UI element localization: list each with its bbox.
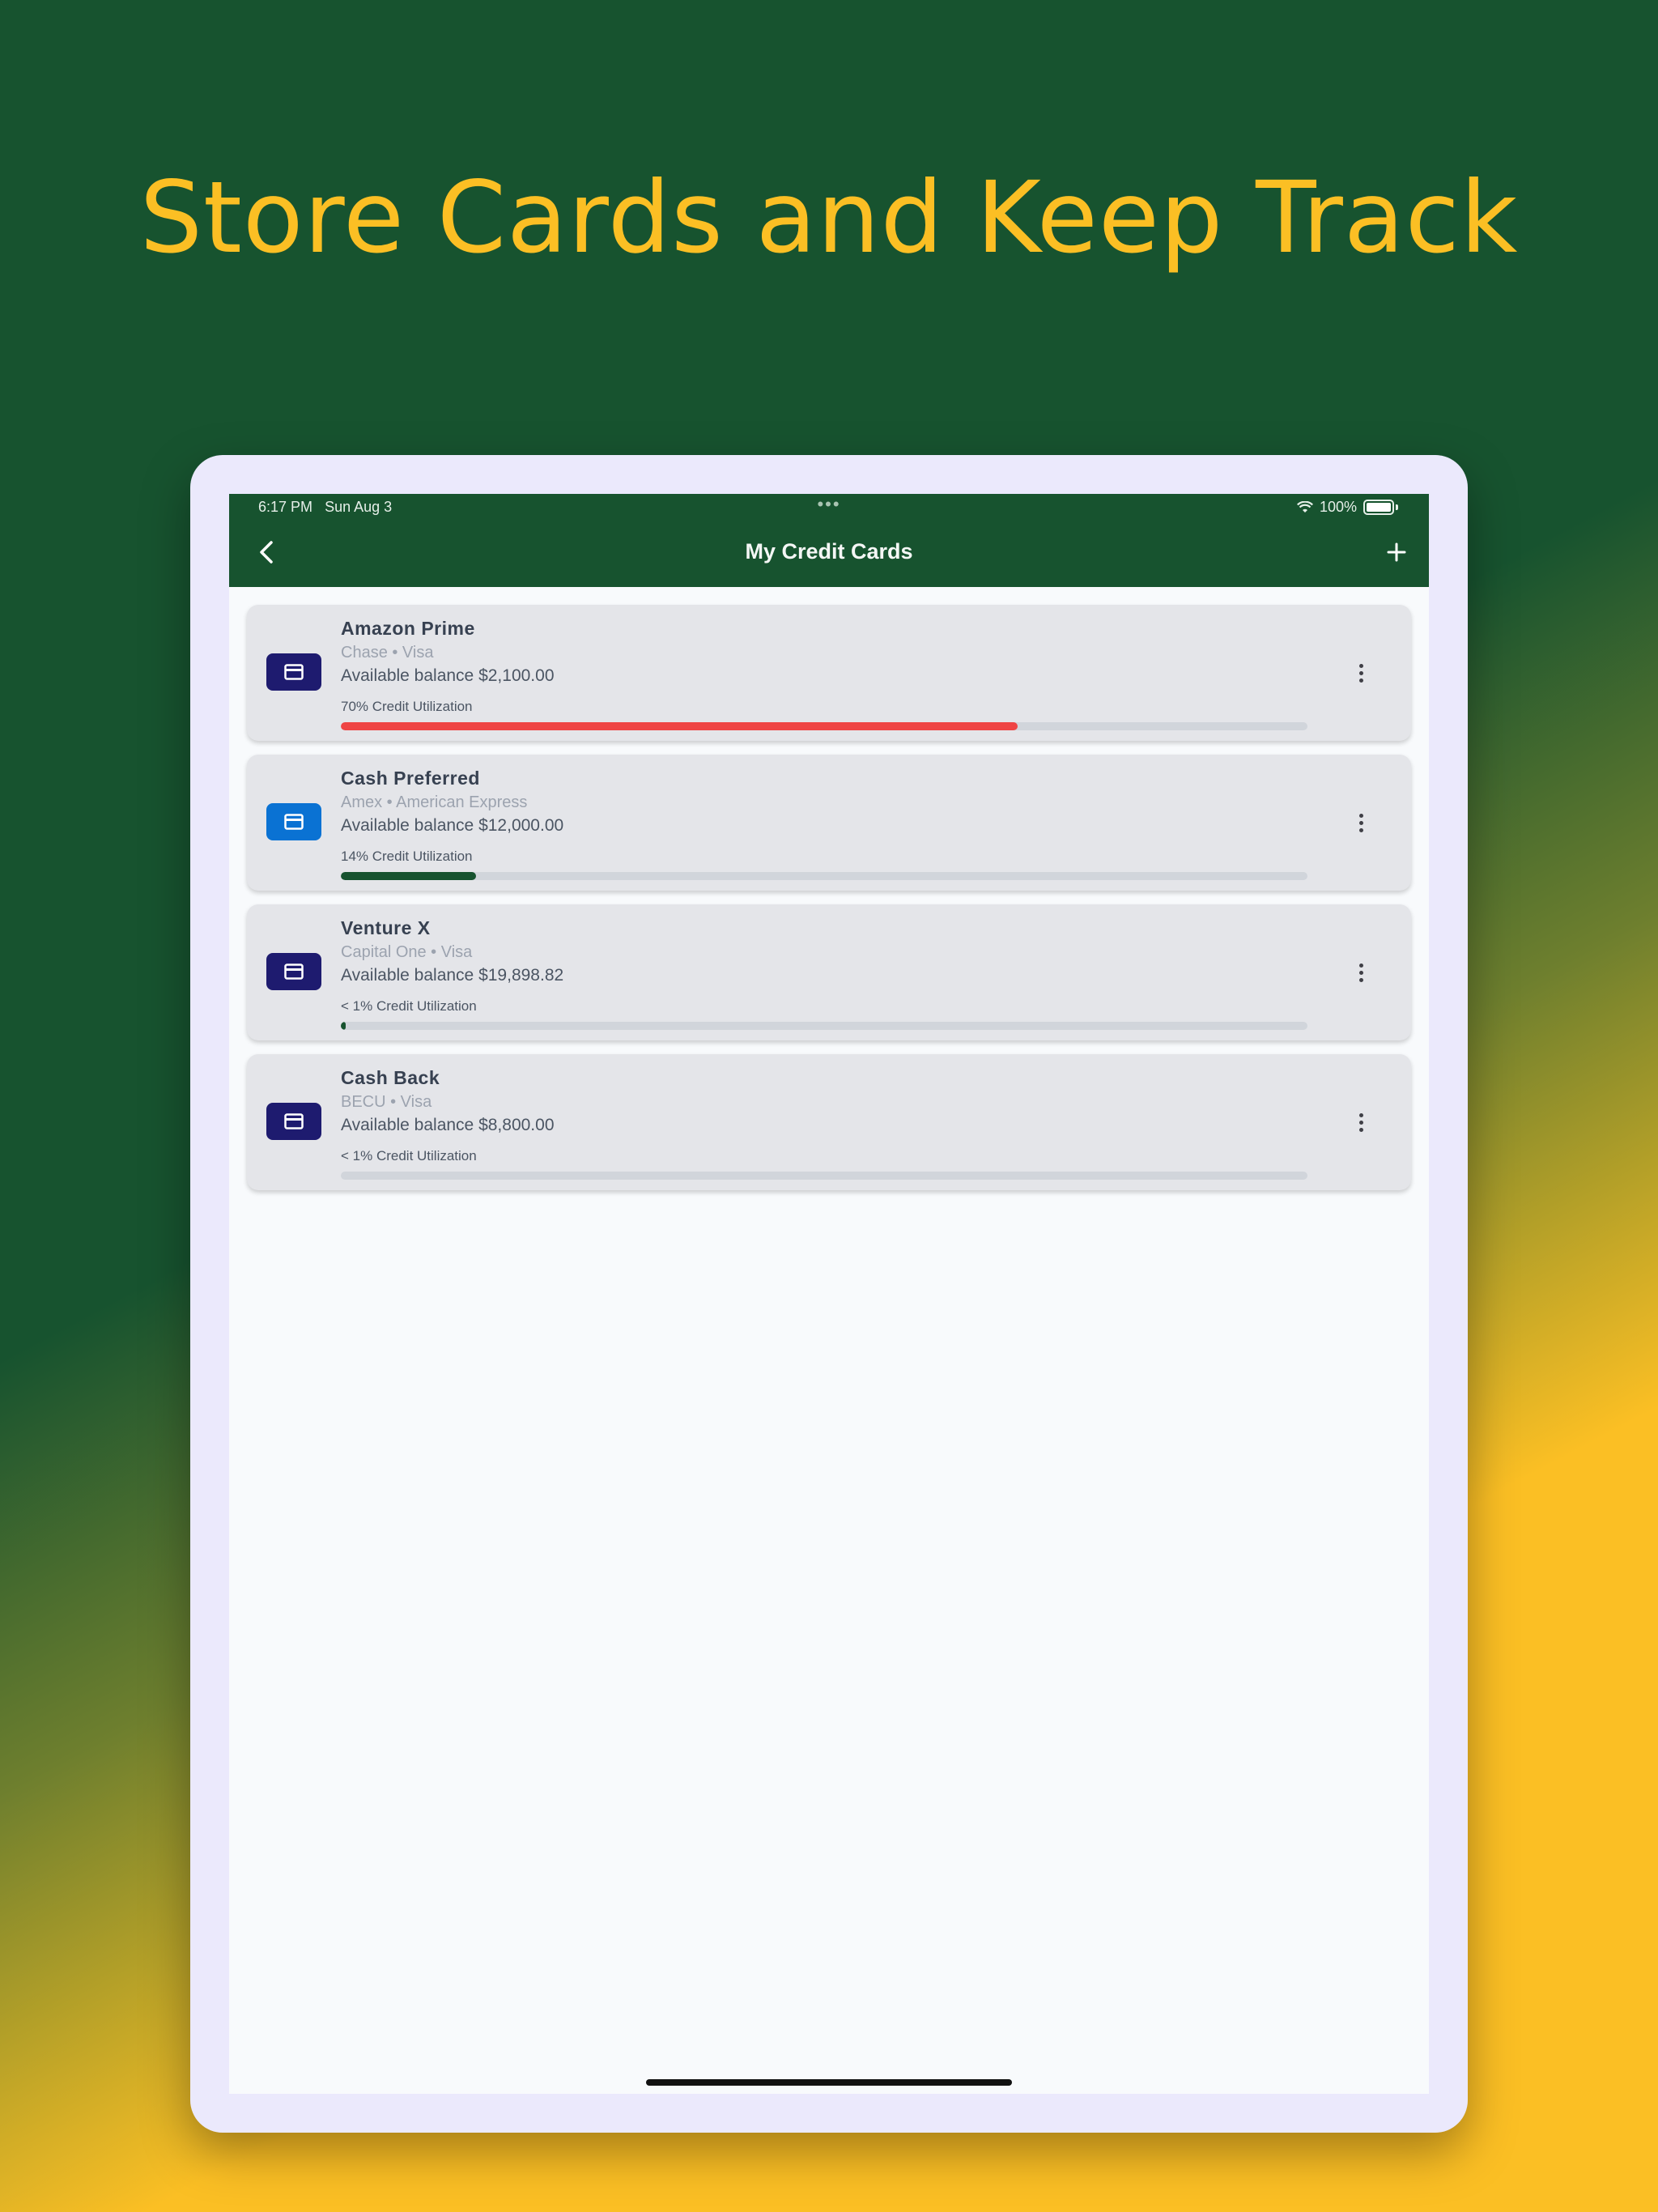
credit-card-icon (284, 963, 304, 980)
app-bar: 6:17 PM Sun Aug 3 ••• 100% My Credit Car… (229, 494, 1429, 587)
card-name: Venture X (341, 917, 431, 938)
card-issuer-network: Chase • Visa (341, 644, 434, 661)
multitasking-dots-icon[interactable]: ••• (817, 494, 840, 515)
card-name: Cash Preferred (341, 768, 480, 789)
utilization-fill (341, 872, 477, 880)
card-icon-badge (266, 653, 321, 691)
more-vertical-icon (1358, 1112, 1363, 1117)
more-options-button[interactable] (1353, 1106, 1369, 1138)
battery-icon (1363, 500, 1394, 515)
utilization-progress-bar (341, 1172, 1307, 1180)
card-icon-badge (266, 803, 321, 840)
card-name: Cash Back (341, 1067, 440, 1088)
more-vertical-icon (1358, 813, 1363, 818)
card-name: Amazon Prime (341, 618, 475, 639)
card-utilization-label: 14% Credit Utilization (341, 849, 473, 864)
card-issuer-network: Amex • American Express (341, 793, 528, 811)
tablet-frame: 6:17 PM Sun Aug 3 ••• 100% My Credit Car… (190, 455, 1468, 2133)
utilization-progress-bar (341, 872, 1307, 880)
status-bar-right: 100% (1296, 499, 1398, 516)
card-issuer-network: BECU • Visa (341, 1093, 432, 1111)
credit-card-icon (284, 814, 304, 830)
card-utilization-label: < 1% Credit Utilization (341, 998, 477, 1014)
card-issuer-network: Capital One • Visa (341, 943, 473, 961)
utilization-fill (341, 722, 1018, 730)
utilization-progress-bar (341, 1022, 1307, 1030)
card-available-balance: Available balance $8,800.00 (341, 1116, 555, 1134)
card-icon-badge (266, 953, 321, 990)
card-available-balance: Available balance $19,898.82 (341, 966, 564, 985)
card-available-balance: Available balance $2,100.00 (341, 666, 555, 685)
date-text: Sun Aug 3 (325, 499, 393, 515)
card-list: Amazon Prime Chase • Visa Available bala… (247, 605, 1411, 1204)
more-options-button[interactable] (1353, 956, 1369, 989)
more-vertical-icon (1358, 963, 1363, 968)
utilization-progress-bar (341, 722, 1307, 730)
card-icon-badge (266, 1103, 321, 1140)
card-list-item[interactable]: Cash Preferred Amex • American Express A… (247, 755, 1411, 891)
add-card-button[interactable] (1380, 536, 1413, 568)
headline: Store Cards and Keep Track (139, 160, 1519, 275)
more-options-button[interactable] (1353, 806, 1369, 839)
home-indicator[interactable] (646, 2079, 1012, 2086)
app-screen: 6:17 PM Sun Aug 3 ••• 100% My Credit Car… (229, 494, 1429, 2094)
utilization-fill (341, 1022, 346, 1030)
status-bar-time: 6:17 PM Sun Aug 3 (258, 499, 392, 516)
page-title: My Credit Cards (745, 539, 913, 564)
more-vertical-icon (1358, 663, 1363, 668)
card-list-item[interactable]: Venture X Capital One • Visa Available b… (247, 904, 1411, 1040)
plus-icon (1387, 542, 1406, 562)
time-text: 6:17 PM (258, 499, 313, 515)
card-list-item[interactable]: Amazon Prime Chase • Visa Available bala… (247, 605, 1411, 741)
wifi-icon (1296, 500, 1313, 513)
card-available-balance: Available balance $12,000.00 (341, 816, 564, 835)
card-utilization-label: < 1% Credit Utilization (341, 1148, 477, 1163)
card-utilization-label: 70% Credit Utilization (341, 699, 473, 714)
more-options-button[interactable] (1353, 657, 1369, 689)
card-list-item[interactable]: Cash Back BECU • Visa Available balance … (247, 1054, 1411, 1190)
battery-percent: 100% (1319, 499, 1357, 515)
credit-card-icon (284, 1113, 304, 1129)
credit-card-icon (284, 664, 304, 680)
